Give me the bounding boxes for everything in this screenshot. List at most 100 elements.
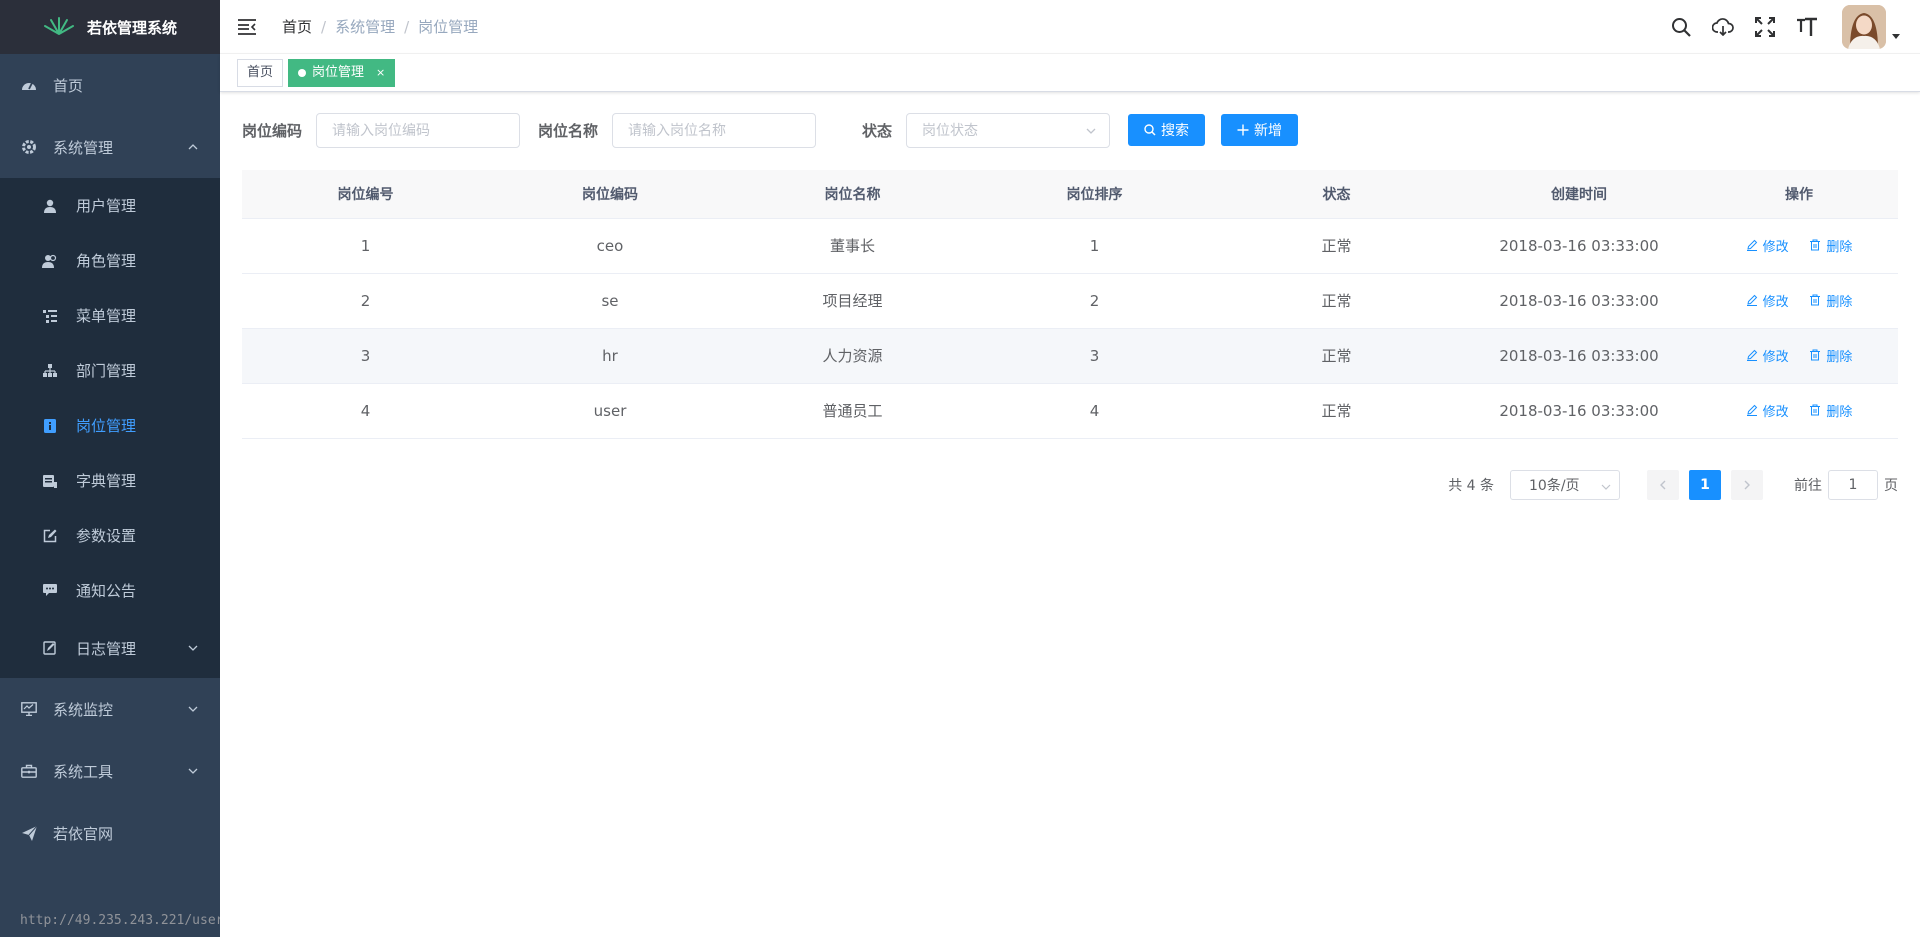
goto-suffix: 页 (1884, 477, 1898, 494)
delete-button[interactable]: 删除 (1809, 346, 1852, 365)
search-icon (1144, 124, 1156, 136)
table-row[interactable]: 3 hr 人力资源 3 正常 2018-03-16 03:33:00 修改 删除 (242, 328, 1898, 384)
sidebar-item-label: 部门管理 (76, 362, 137, 380)
sidebar-item-menu[interactable]: 菜单管理 (0, 288, 220, 343)
cell-post-sort: 2 (974, 273, 1215, 329)
submenu-system: 用户管理 角色管理 菜单管理 部门管理 岗位管理 字典管理 参数设置 通知公告 … (0, 178, 220, 678)
prev-page-button[interactable] (1647, 469, 1679, 500)
breadcrumb-separator: / (404, 17, 410, 36)
trash-icon (1809, 349, 1821, 361)
placeholder: 请输入岗位名称 (628, 123, 727, 139)
tag-home[interactable]: 首页 (237, 58, 284, 87)
message-icon (42, 583, 58, 599)
gear-icon (20, 138, 38, 156)
sidebar-item-dict[interactable]: 字典管理 (0, 453, 220, 508)
cell-post-name: 项目经理 (731, 273, 974, 329)
sidebar-item-dept[interactable]: 部门管理 (0, 343, 220, 398)
app-title: 若依管理系统 (86, 18, 177, 37)
column-header[interactable]: 操作 (1700, 170, 1898, 219)
post-code-input[interactable]: 请输入岗位编码 (316, 112, 521, 148)
user-icon (42, 198, 58, 214)
cell-post-code: hr (489, 328, 731, 384)
chevron-left-icon (1660, 480, 1666, 489)
tag-post[interactable]: 岗位管理 × (288, 58, 396, 87)
caret-bottom-icon[interactable] (1892, 28, 1900, 44)
sidebar-item-label: 系统监控 (53, 700, 114, 719)
cell-create-time: 2018-03-16 03:33:00 (1458, 328, 1700, 384)
avatar[interactable] (1842, 5, 1886, 49)
guide-icon (20, 824, 38, 842)
tags-view: 首页 岗位管理 × (220, 54, 1920, 92)
sidebar-item-website[interactable]: 若依官网 (0, 802, 220, 864)
table-row[interactable]: 4 user 普通员工 4 正常 2018-03-16 03:33:00 修改 … (242, 383, 1898, 439)
delete-button[interactable]: 删除 (1809, 236, 1852, 255)
sidebar-item-log[interactable]: 日志管理 (0, 618, 220, 678)
search-button[interactable]: 搜索 (1128, 114, 1206, 146)
sidebar: 若依管理系统 首页 系统管理 用户管理 角色管理 菜单管理 部门管理 岗位管理 … (0, 0, 220, 937)
sidebar-item-role[interactable]: 角色管理 (0, 233, 220, 288)
cloud-download-icon[interactable] (1711, 15, 1735, 39)
column-header[interactable]: 状态 (1215, 170, 1458, 219)
column-header[interactable]: 岗位名称 (731, 170, 974, 219)
edit-icon (1746, 349, 1758, 362)
page-jumper: 前往 1 页 (1794, 469, 1898, 500)
sidebar-item-config[interactable]: 参数设置 (0, 508, 220, 563)
edit-button[interactable]: 修改 (1746, 401, 1789, 420)
logo[interactable]: 若依管理系统 (0, 0, 220, 54)
button-label: 新增 (1254, 123, 1283, 139)
table-row[interactable]: 2 se 项目经理 2 正常 2018-03-16 03:33:00 修改 删除 (242, 273, 1898, 329)
sidebar-item-notice[interactable]: 通知公告 (0, 563, 220, 618)
sidebar-item-label: 岗位管理 (76, 417, 137, 435)
delete-label: 删除 (1826, 349, 1853, 365)
search-icon[interactable] (1669, 15, 1693, 39)
peoples-icon (42, 253, 58, 269)
goto-prefix: 前往 (1794, 477, 1822, 494)
search-form: 岗位编码 请输入岗位编码 岗位名称 请输入岗位名称 状态 岗位状态 搜索 新增 (242, 112, 1898, 148)
post-name-input[interactable]: 请输入岗位名称 (612, 112, 817, 148)
font-size-icon[interactable] (1795, 15, 1819, 39)
delete-button[interactable]: 删除 (1809, 401, 1852, 420)
cell-actions: 修改 删除 (1700, 383, 1898, 439)
goto-page-input[interactable]: 1 (1828, 469, 1878, 500)
page-number-button[interactable]: 1 (1689, 469, 1721, 500)
page-content: 岗位编码 请输入岗位编码 岗位名称 请输入岗位名称 状态 岗位状态 搜索 新增 … (220, 92, 1920, 521)
column-header[interactable]: 岗位编码 (489, 170, 731, 219)
edit-button[interactable]: 修改 (1746, 291, 1789, 310)
cell-post-sort: 4 (974, 383, 1215, 439)
cell-post-code: se (489, 273, 731, 329)
sidebar-item-home[interactable]: 首页 (0, 54, 220, 116)
add-button[interactable]: 新增 (1221, 114, 1299, 146)
edit-icon (1746, 404, 1758, 417)
column-header[interactable]: 岗位排序 (974, 170, 1215, 219)
cell-actions: 修改 删除 (1700, 273, 1898, 329)
edit-button[interactable]: 修改 (1746, 236, 1789, 255)
page-size-select[interactable]: 10条/页 (1510, 469, 1620, 500)
sidebar-item-post[interactable]: 岗位管理 (0, 398, 220, 453)
status-label: 状态 (862, 121, 893, 140)
delete-button[interactable]: 删除 (1809, 291, 1852, 310)
plus-icon (1237, 124, 1249, 136)
chevron-down-icon (1601, 480, 1611, 496)
chevron-up-icon (188, 142, 198, 152)
fullscreen-icon[interactable] (1753, 15, 1777, 39)
delete-label: 删除 (1826, 239, 1853, 255)
hamburger-icon[interactable] (238, 17, 258, 37)
cell-status: 正常 (1215, 273, 1458, 329)
breadcrumb-home[interactable]: 首页 (282, 16, 312, 37)
next-page-button[interactable] (1731, 469, 1763, 500)
sidebar-item-label: 日志管理 (76, 639, 137, 658)
trash-icon (1809, 239, 1821, 251)
sidebar-item-system[interactable]: 系统管理 (0, 116, 220, 178)
column-header[interactable]: 岗位编号 (242, 170, 489, 219)
sidebar-item-monitor[interactable]: 系统监控 (0, 678, 220, 740)
sidebar-item-tools[interactable]: 系统工具 (0, 740, 220, 802)
column-header[interactable]: 创建时间 (1458, 170, 1700, 219)
post-code-label: 岗位编码 (242, 121, 303, 140)
sidebar-item-label: 首页 (53, 76, 84, 95)
status-select[interactable]: 岗位状态 (906, 112, 1111, 148)
page-size-value: 10条/页 (1529, 477, 1580, 494)
table-row[interactable]: 1 ceo 董事长 1 正常 2018-03-16 03:33:00 修改 删除 (242, 218, 1898, 274)
sidebar-item-user[interactable]: 用户管理 (0, 178, 220, 233)
edit-button[interactable]: 修改 (1746, 346, 1789, 365)
close-icon[interactable]: × (376, 60, 385, 86)
